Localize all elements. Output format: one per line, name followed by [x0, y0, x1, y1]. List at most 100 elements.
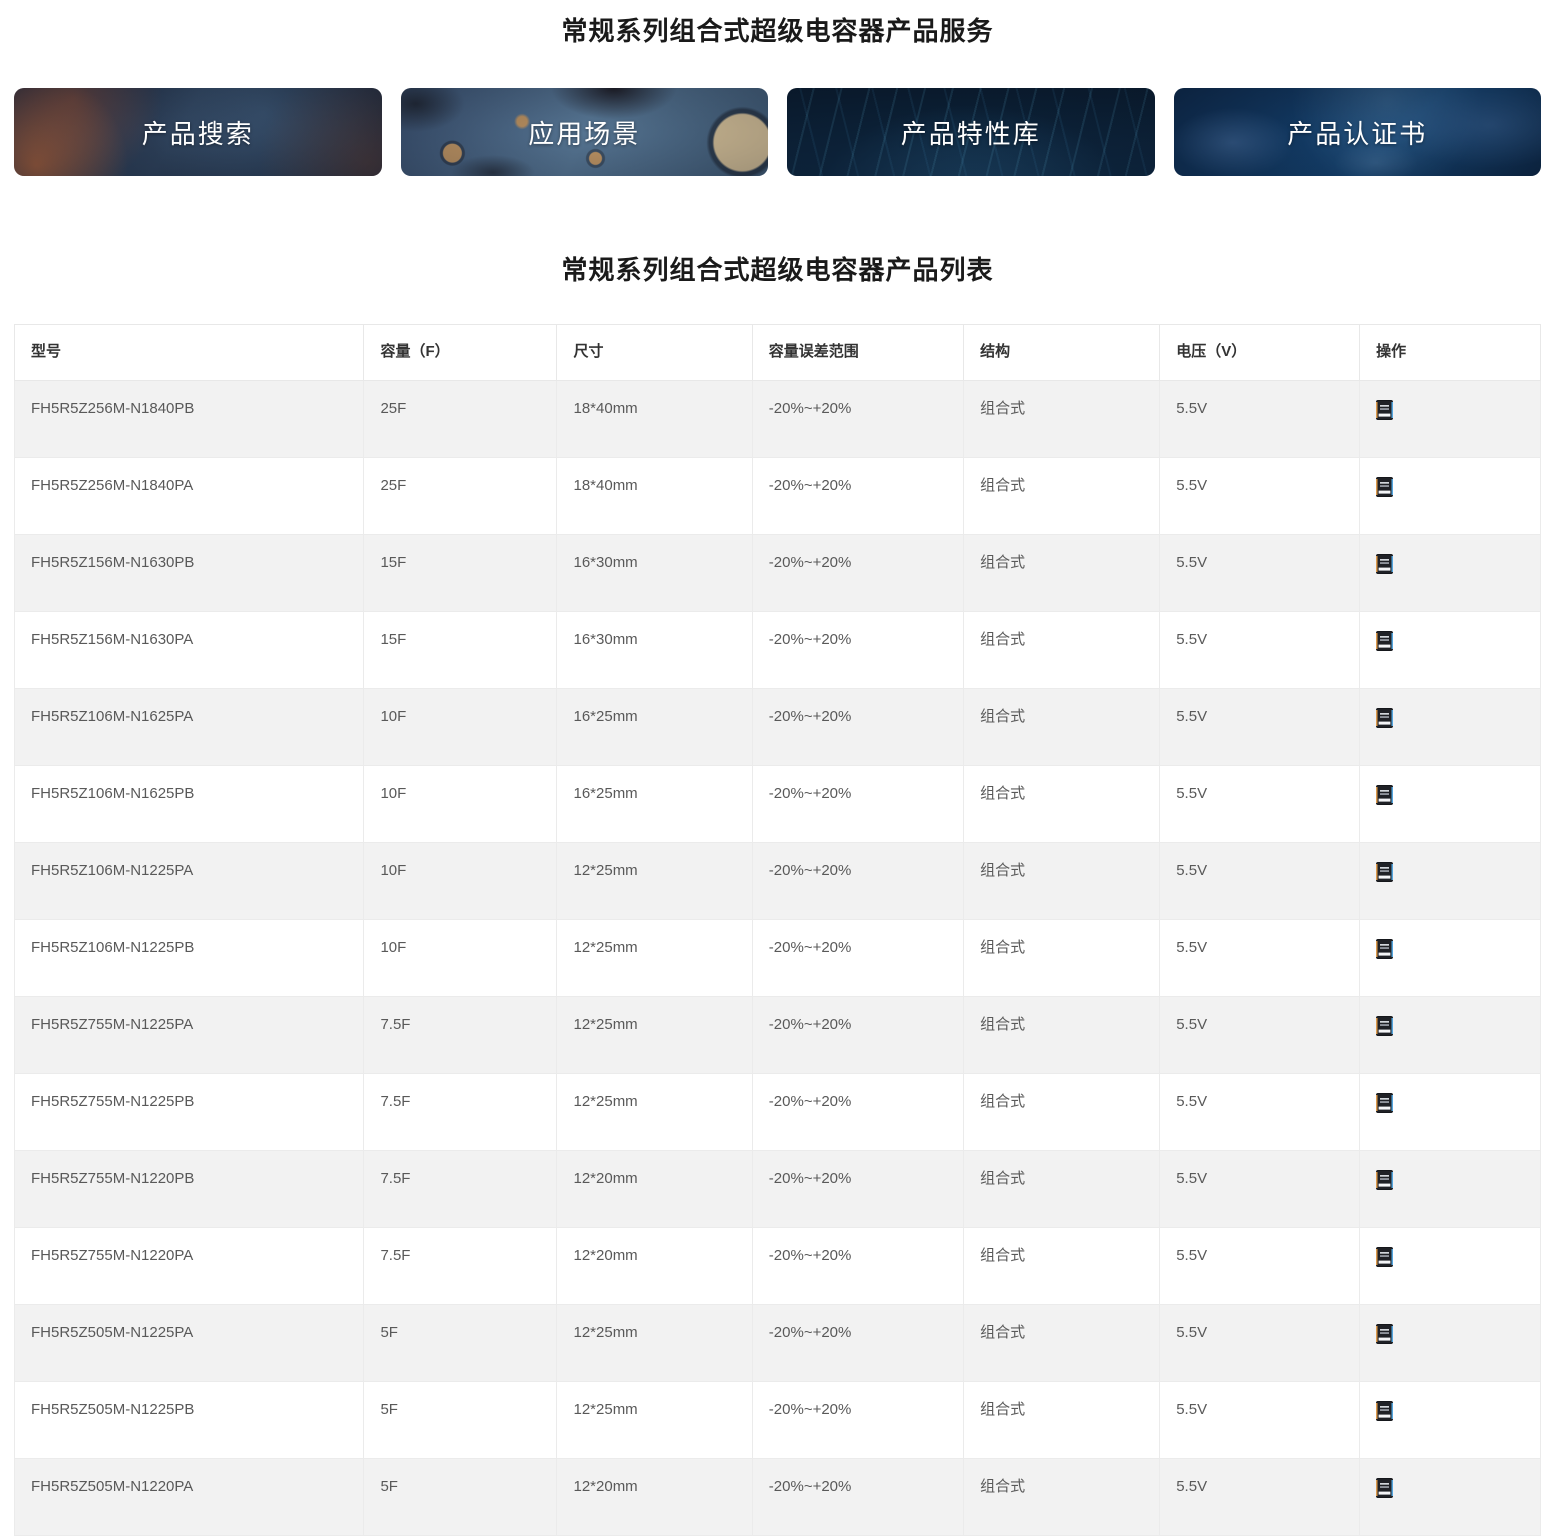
- cell-model: FH5R5Z755M-N1220PA: [13, 1227, 365, 1305]
- spec-document-icon[interactable]: [1376, 862, 1394, 882]
- table-row: FH5R5Z156M-N1630PB 15F 16*30mm -20%~+20%…: [13, 534, 1541, 612]
- services-section-title: 常规系列组合式超级电容器产品服务: [561, 16, 994, 46]
- cell-model: FH5R5Z256M-N1840PB: [13, 380, 365, 458]
- product-list-title: 常规系列组合式超级电容器产品列表: [561, 255, 994, 285]
- table-row: FH5R5Z106M-N1225PB 10F 12*25mm -20%~+20%…: [13, 919, 1541, 997]
- cell-size: 12*20mm: [556, 1150, 753, 1228]
- cell-action: [1359, 1304, 1541, 1382]
- column-header: 容量误差范围: [751, 324, 965, 381]
- cell-model: FH5R5Z505M-N1225PA: [13, 1304, 365, 1382]
- cell-action: [1359, 996, 1541, 1074]
- table-body: FH5R5Z256M-N1840PB 25F 18*40mm -20%~+20%…: [13, 380, 1541, 1536]
- cell-action: [1359, 534, 1541, 612]
- spec-document-icon[interactable]: [1376, 1093, 1394, 1113]
- cell-model: FH5R5Z755M-N1225PA: [13, 996, 365, 1074]
- cell-tolerance: -20%~+20%: [751, 996, 965, 1074]
- cell-model: FH5R5Z106M-N1225PB: [13, 919, 365, 997]
- cell-capacity: 10F: [363, 842, 558, 920]
- banner-product-features[interactable]: 产品特性库: [787, 88, 1155, 176]
- spec-document-icon[interactable]: [1376, 708, 1394, 728]
- spec-document-icon[interactable]: [1376, 400, 1394, 420]
- cell-action: [1359, 380, 1541, 458]
- table-header-row: 型号 容量（F） 尺寸 容量误差范围 结构 电压（V） 操作: [13, 324, 1541, 381]
- cell-capacity: 10F: [363, 688, 558, 766]
- cell-model: FH5R5Z256M-N1840PA: [13, 457, 365, 535]
- table-row: FH5R5Z505M-N1220PA 5F 12*20mm -20%~+20% …: [13, 1458, 1541, 1536]
- cell-action: [1359, 919, 1541, 997]
- banner-application-scenarios[interactable]: 应用场景: [400, 88, 768, 176]
- cell-tolerance: -20%~+20%: [751, 1227, 965, 1305]
- spec-document-icon[interactable]: [1376, 477, 1394, 497]
- spec-document-icon[interactable]: [1376, 785, 1394, 805]
- spec-document-icon[interactable]: [1376, 1247, 1394, 1267]
- spec-document-icon[interactable]: [1376, 1016, 1394, 1036]
- cell-model: FH5R5Z755M-N1220PB: [13, 1150, 365, 1228]
- cell-structure: 组合式: [963, 996, 1161, 1074]
- product-table: 型号 容量（F） 尺寸 容量误差范围 结构 电压（V） 操作 FH5R5Z256M-N184…: [13, 324, 1541, 1536]
- table-row: FH5R5Z505M-N1225PB 5F 12*25mm -20%~+20% …: [13, 1381, 1541, 1459]
- column-header: 操作: [1359, 324, 1541, 381]
- spec-document-icon[interactable]: [1376, 554, 1394, 574]
- cell-size: 12*20mm: [556, 1458, 753, 1536]
- cell-structure: 组合式: [963, 765, 1161, 843]
- table-row: FH5R5Z505M-N1225PA 5F 12*25mm -20%~+20% …: [13, 1304, 1541, 1382]
- spec-document-icon[interactable]: [1376, 1478, 1394, 1498]
- cell-tolerance: -20%~+20%: [751, 1381, 965, 1459]
- spec-document-icon[interactable]: [1376, 939, 1394, 959]
- table-row: FH5R5Z106M-N1625PB 10F 16*25mm -20%~+20%…: [13, 765, 1541, 843]
- cell-capacity: 7.5F: [363, 996, 558, 1074]
- cell-size: 16*25mm: [556, 765, 753, 843]
- cell-voltage: 5.5V: [1159, 1381, 1361, 1459]
- cell-tolerance: -20%~+20%: [751, 765, 965, 843]
- banner-product-search[interactable]: 产品搜索: [14, 88, 382, 176]
- cell-action: [1359, 1381, 1541, 1459]
- cell-tolerance: -20%~+20%: [751, 534, 965, 612]
- cell-size: 12*25mm: [556, 842, 753, 920]
- cell-structure: 组合式: [963, 919, 1161, 997]
- cell-capacity: 15F: [363, 611, 558, 689]
- cell-tolerance: -20%~+20%: [751, 457, 965, 535]
- cell-capacity: 25F: [363, 380, 558, 458]
- column-header: 容量（F）: [363, 324, 558, 381]
- cell-tolerance: -20%~+20%: [751, 919, 965, 997]
- banner-product-certificates-label: 产品认证书: [1287, 118, 1428, 149]
- cell-size: 12*20mm: [556, 1227, 753, 1305]
- cell-size: 18*40mm: [556, 380, 753, 458]
- cell-tolerance: -20%~+20%: [751, 842, 965, 920]
- table-row: FH5R5Z755M-N1220PA 7.5F 12*20mm -20%~+20…: [13, 1227, 1541, 1305]
- cell-structure: 组合式: [963, 611, 1161, 689]
- banner-product-search-label: 产品搜索: [141, 118, 254, 149]
- cell-tolerance: -20%~+20%: [751, 611, 965, 689]
- cell-size: 16*30mm: [556, 611, 753, 689]
- cell-structure: 组合式: [963, 534, 1161, 612]
- cell-structure: 组合式: [963, 457, 1161, 535]
- cell-voltage: 5.5V: [1159, 1304, 1361, 1382]
- table-row: FH5R5Z256M-N1840PB 25F 18*40mm -20%~+20%…: [13, 380, 1541, 458]
- cell-voltage: 5.5V: [1159, 842, 1361, 920]
- cell-structure: 组合式: [963, 842, 1161, 920]
- cell-action: [1359, 1458, 1541, 1536]
- cell-voltage: 5.5V: [1159, 765, 1361, 843]
- cell-action: [1359, 1227, 1541, 1305]
- column-header: 电压（V）: [1159, 324, 1361, 381]
- cell-size: 12*25mm: [556, 1304, 753, 1382]
- banner-product-certificates[interactable]: 产品认证书: [1173, 88, 1541, 176]
- cell-size: 12*25mm: [556, 1073, 753, 1151]
- cell-voltage: 5.5V: [1159, 996, 1361, 1074]
- spec-document-icon[interactable]: [1376, 1324, 1394, 1344]
- spec-document-icon[interactable]: [1376, 631, 1394, 651]
- cell-capacity: 5F: [363, 1381, 558, 1459]
- page: 常规系列组合式超级电容器产品服务 产品搜索 应用场景 产品特性库 产品认证书 常…: [0, 15, 1555, 1536]
- spec-document-icon[interactable]: [1376, 1170, 1394, 1190]
- cell-voltage: 5.5V: [1159, 534, 1361, 612]
- table-row: FH5R5Z106M-N1225PA 10F 12*25mm -20%~+20%…: [13, 842, 1541, 920]
- cell-tolerance: -20%~+20%: [751, 380, 965, 458]
- banner-application-scenarios-label: 应用场景: [528, 118, 641, 149]
- cell-capacity: 7.5F: [363, 1073, 558, 1151]
- spec-document-icon[interactable]: [1376, 1401, 1394, 1421]
- cell-structure: 组合式: [963, 1150, 1161, 1228]
- cell-size: 16*30mm: [556, 534, 753, 612]
- cell-capacity: 25F: [363, 457, 558, 535]
- cell-capacity: 7.5F: [363, 1150, 558, 1228]
- cell-voltage: 5.5V: [1159, 1150, 1361, 1228]
